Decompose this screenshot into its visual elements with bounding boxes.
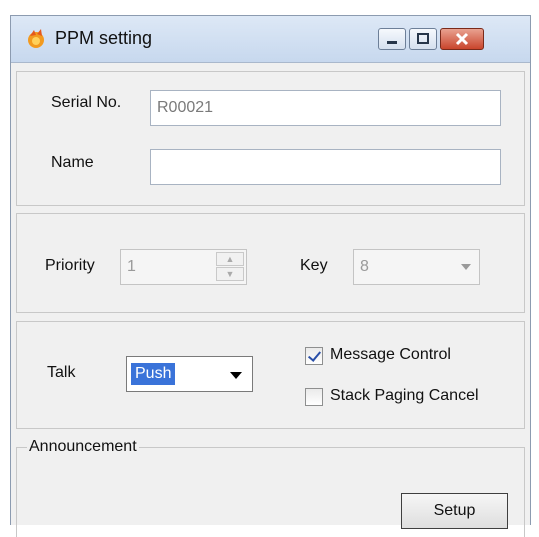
talk-select[interactable]: Push bbox=[126, 356, 253, 392]
title-bar[interactable]: PPM setting bbox=[11, 16, 530, 63]
close-button[interactable] bbox=[440, 28, 484, 50]
priority-value: 1 bbox=[127, 258, 136, 275]
stack-paging-cancel-label[interactable]: Stack Paging Cancel bbox=[330, 387, 479, 405]
name-field[interactable] bbox=[150, 149, 501, 185]
priority-group: Priority 1 ▲ ▼ Key 8 bbox=[16, 213, 525, 313]
message-control-label[interactable]: Message Control bbox=[330, 346, 451, 364]
talk-label: Talk bbox=[47, 364, 76, 381]
spin-down-icon[interactable]: ▼ bbox=[216, 267, 244, 281]
spin-up-icon[interactable]: ▲ bbox=[216, 252, 244, 266]
serial-number-label: Serial No. bbox=[51, 94, 122, 111]
key-label: Key bbox=[300, 257, 328, 274]
chevron-down-icon bbox=[230, 372, 242, 379]
announcement-legend: Announcement bbox=[27, 438, 139, 456]
maximize-button[interactable] bbox=[409, 28, 437, 50]
serial-number-field[interactable]: R00021 bbox=[150, 90, 501, 126]
key-select[interactable]: 8 bbox=[353, 249, 480, 285]
window-title: PPM setting bbox=[55, 28, 153, 48]
talk-selected-value: Push bbox=[131, 363, 176, 385]
priority-label: Priority bbox=[45, 257, 95, 274]
name-label: Name bbox=[51, 154, 94, 171]
minimize-icon bbox=[387, 41, 397, 44]
talk-group: Talk Push Message Control Stack Paging C… bbox=[16, 321, 525, 429]
stack-paging-cancel-checkbox[interactable] bbox=[305, 388, 323, 406]
app-flame-icon bbox=[28, 29, 44, 48]
close-icon bbox=[455, 32, 469, 46]
maximize-icon bbox=[417, 33, 429, 44]
priority-spinner: ▲ ▼ bbox=[216, 252, 244, 282]
chevron-down-icon bbox=[461, 264, 471, 270]
key-value: 8 bbox=[360, 258, 369, 275]
identity-group: Serial No. R00021 Name bbox=[16, 71, 525, 206]
message-control-checkbox[interactable] bbox=[305, 347, 323, 365]
minimize-button[interactable] bbox=[378, 28, 406, 50]
ppm-setting-window: PPM setting Serial No. R00021 Name Prior… bbox=[10, 15, 531, 537]
priority-stepper[interactable]: 1 ▲ ▼ bbox=[120, 249, 247, 285]
setup-button[interactable]: Setup bbox=[401, 493, 508, 529]
